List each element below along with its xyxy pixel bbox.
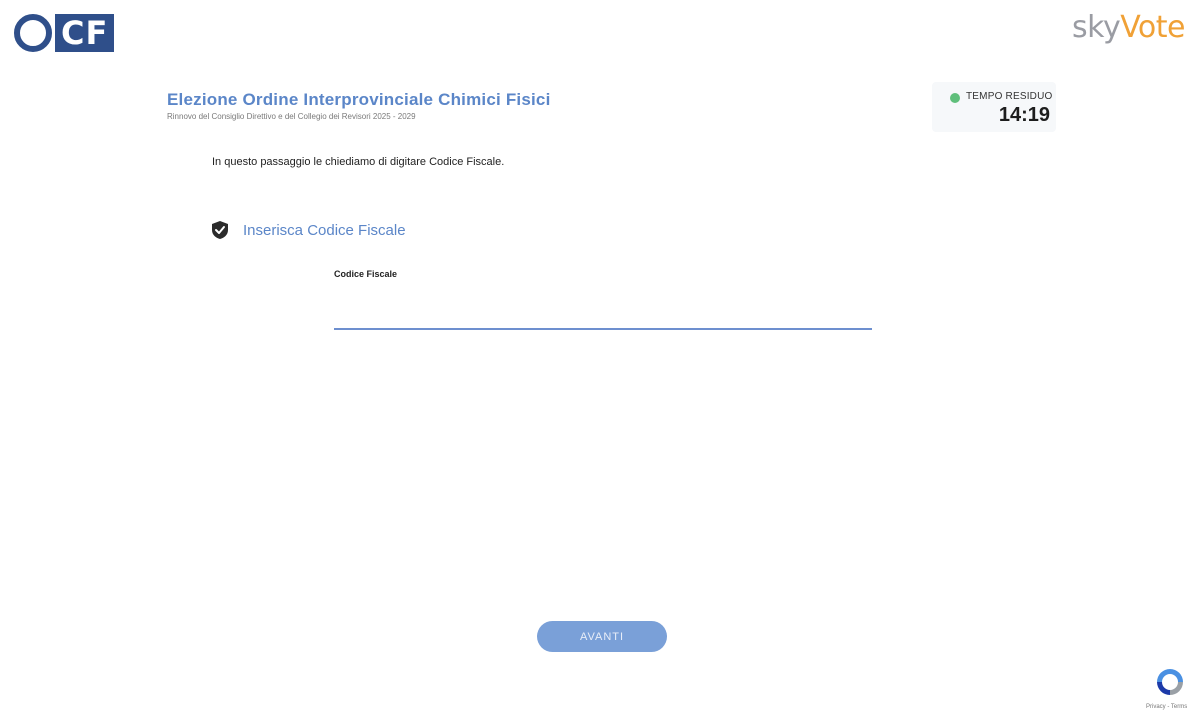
election-title: Elezione Ordine Interprovinciale Chimici… (167, 90, 551, 109)
remaining-time-panel: TEMPO RESIDUO 14:19 (932, 82, 1056, 132)
skyvote-logo: skyVote (1072, 10, 1185, 45)
section-title: Inserisca Codice Fiscale (243, 221, 406, 239)
shield-check-icon (212, 221, 228, 239)
step-instruction: In questo passaggio le chiediamo di digi… (212, 156, 505, 168)
timer-status-dot (950, 93, 960, 103)
recaptcha-privacy-terms[interactable]: Privacy - Terms (1146, 704, 1187, 710)
ocf-logo: CF (14, 14, 115, 52)
ocf-logo-cf: CF (55, 14, 115, 52)
skyvote-logo-sky: sky (1072, 10, 1121, 45)
codice-fiscale-section-header: Inserisca Codice Fiscale (212, 221, 406, 239)
timer-value: 14:19 (998, 104, 1050, 126)
recaptcha-icon (1157, 669, 1183, 695)
codice-fiscale-label: Codice Fiscale (334, 269, 398, 279)
timer-label: TEMPO RESIDUO (966, 91, 1053, 102)
election-subtitle: Rinnovo del Consiglio Direttivo e del Co… (167, 112, 416, 121)
ocf-logo-o (14, 14, 52, 52)
avanti-button[interactable]: AVANTI (537, 621, 667, 652)
recaptcha-badge[interactable]: Privacy - Terms (1146, 666, 1190, 714)
skyvote-logo-vote: Vote (1120, 10, 1185, 45)
codice-fiscale-input[interactable] (334, 290, 872, 330)
